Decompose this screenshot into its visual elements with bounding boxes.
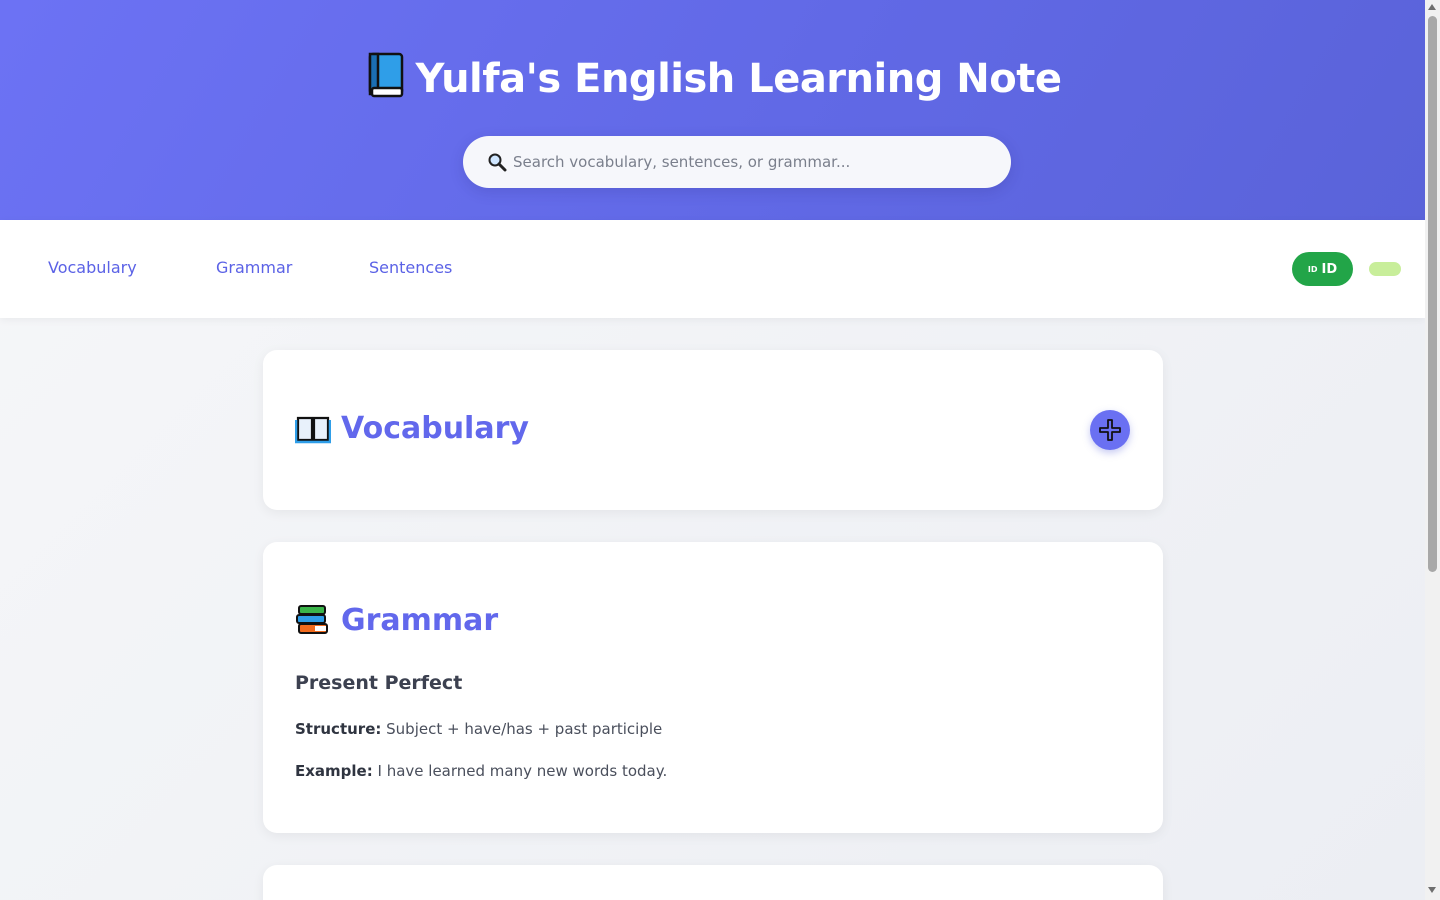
nav-link-grammar[interactable]: Grammar xyxy=(216,258,292,277)
example-label: Example: xyxy=(295,762,373,780)
structure-label: Structure: xyxy=(295,720,382,738)
scrollbar-thumb[interactable] xyxy=(1428,16,1437,572)
page-title-text: Yulfa's English Learning Note xyxy=(415,56,1062,102)
vocabulary-card: Vocabulary xyxy=(263,350,1163,510)
vocabulary-card-title: Vocabulary xyxy=(295,410,529,446)
grammar-card-title: Grammar xyxy=(295,602,498,638)
books-stack-icon xyxy=(296,605,328,634)
theme-toggle[interactable] xyxy=(1369,262,1401,276)
open-book-icon xyxy=(295,416,331,444)
nav-link-sentences[interactable]: Sentences xyxy=(369,258,452,277)
language-button-label: ID xyxy=(1321,261,1338,277)
plus-icon xyxy=(1099,419,1121,441)
scroll-down-arrow-icon[interactable] xyxy=(1428,887,1436,893)
language-switch-button[interactable]: ID ID xyxy=(1292,252,1353,286)
blue-book-icon xyxy=(364,52,406,108)
page-title: Yulfa's English Learning Note xyxy=(0,52,1425,108)
sentences-card xyxy=(263,865,1163,900)
example-text: I have learned many new words today. xyxy=(377,762,668,780)
search-bar[interactable] xyxy=(463,136,1011,188)
add-vocabulary-button[interactable] xyxy=(1090,410,1130,450)
search-input[interactable] xyxy=(513,153,993,171)
grammar-card: Grammar Present Perfect Structure: Subje… xyxy=(263,542,1163,833)
magnifier-icon xyxy=(488,153,507,172)
main-nav: Vocabulary Grammar Sentences ID ID xyxy=(0,220,1425,318)
page-scrollbar[interactable] xyxy=(1425,0,1440,900)
grammar-structure-line: Structure: Subject + have/has + past par… xyxy=(295,720,662,738)
scroll-up-arrow-icon[interactable] xyxy=(1428,4,1436,10)
vocabulary-title-text: Vocabulary xyxy=(341,410,529,446)
grammar-topic-heading: Present Perfect xyxy=(295,672,463,694)
grammar-title-text: Grammar xyxy=(341,602,499,638)
grammar-example-line: Example: I have learned many new words t… xyxy=(295,762,667,780)
language-flag-icon: ID xyxy=(1307,264,1318,274)
page-header: Yulfa's English Learning Note xyxy=(0,0,1425,220)
nav-link-vocabulary[interactable]: Vocabulary xyxy=(48,258,137,277)
page-viewport: Yulfa's English Learning Note Vocabulary… xyxy=(0,0,1425,900)
structure-text: Subject + have/has + past participle xyxy=(386,720,663,738)
